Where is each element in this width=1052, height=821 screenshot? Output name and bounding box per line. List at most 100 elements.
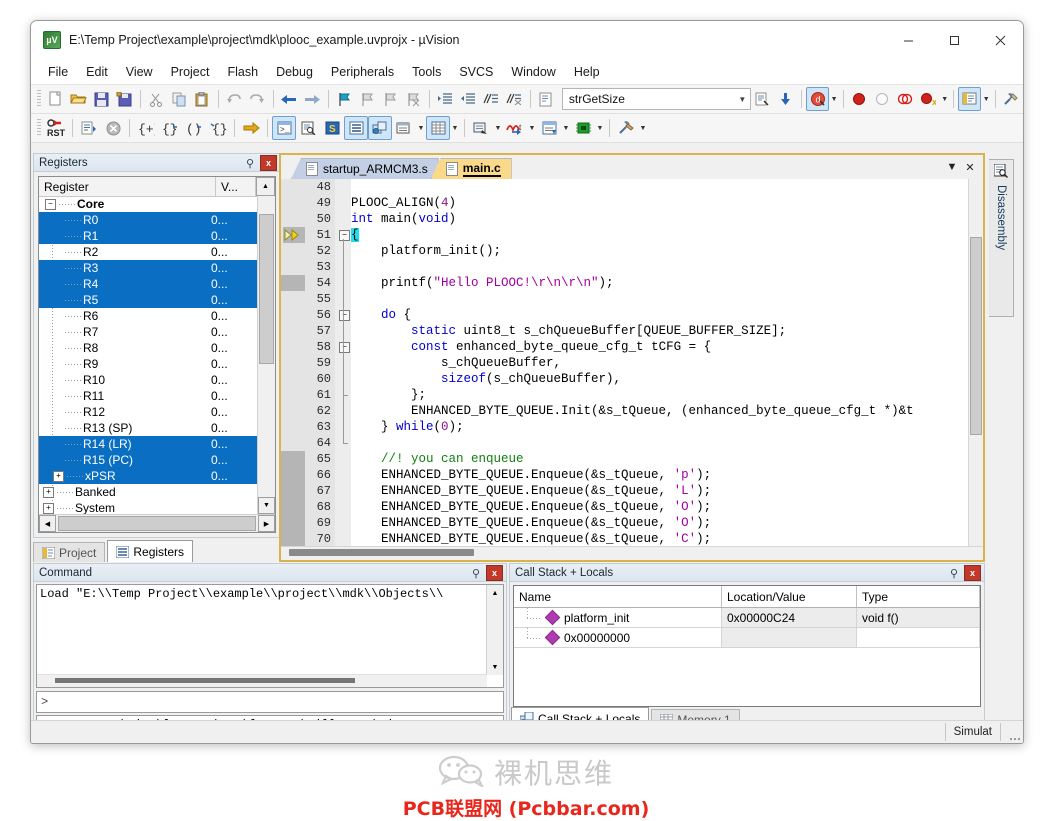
close-icon[interactable]: x (964, 565, 981, 581)
pin-icon[interactable]: ⚲ (468, 565, 484, 581)
dock-tab-registers[interactable]: Registers (107, 540, 194, 562)
configuration-wizard-icon[interactable] (1000, 87, 1023, 111)
dock-tab-disassembly[interactable]: Disassembly (989, 159, 1014, 317)
register-row-r7[interactable]: R7 0... (39, 324, 257, 340)
register-row-r13sp[interactable]: R13 (SP) 0... (39, 420, 257, 436)
serial-window-icon[interactable] (469, 116, 493, 140)
editor-tab-startup[interactable]: startup_ARMCM3.s (291, 158, 439, 179)
resize-grip-icon[interactable] (1001, 721, 1023, 743)
close-icon[interactable]: x (486, 565, 503, 581)
step-out-icon[interactable]: () (182, 116, 206, 140)
register-row-r8[interactable]: R8 0... (39, 340, 257, 356)
code-area[interactable]: 48 49 50 51 52 53 54 55 56 57 58 59 60 61 62 63 64 65 66 67… (281, 179, 983, 560)
register-row-r5[interactable]: R5 0... (39, 292, 257, 308)
close-icon[interactable]: x (260, 155, 277, 171)
breakpoint-margin[interactable] (281, 179, 306, 547)
registers-group-core[interactable]: − Core (39, 196, 257, 212)
chevron-down-icon[interactable]: ▼ (493, 117, 503, 139)
chevron-down-icon[interactable]: ▼ (981, 88, 991, 110)
register-row-r0[interactable]: R0 0... (39, 212, 257, 228)
menu-item-peripherals[interactable]: Peripherals (322, 62, 403, 82)
menu-item-edit[interactable]: Edit (77, 62, 117, 82)
scroll-up-arrow-icon[interactable]: ▲ (487, 585, 503, 601)
column-header-type[interactable]: Type (857, 586, 980, 607)
register-row-r3[interactable]: R3 0... (39, 260, 257, 276)
register-row-r9[interactable]: R9 0... (39, 356, 257, 372)
chevron-down-icon[interactable]: ▼ (829, 88, 839, 110)
analysis-window-icon[interactable]: t (503, 116, 527, 140)
registers-horizontal-scrollbar[interactable]: ◀ ▶ (39, 514, 275, 532)
find-next-icon[interactable] (774, 87, 797, 111)
indent-icon[interactable] (434, 87, 457, 111)
system-viewer-icon[interactable] (571, 116, 595, 140)
toolbar-grip[interactable] (37, 90, 41, 108)
chevron-down-icon[interactable]: ▼ (595, 117, 605, 139)
browse-symbols-icon[interactable] (751, 87, 774, 111)
code-text[interactable]: PLOOC_ALIGN(4) int main(void) { platform_i… (351, 179, 969, 547)
chevron-down-icon[interactable]: ▼ (940, 88, 950, 110)
scrollbar-thumb[interactable] (55, 678, 355, 683)
fold-collapse-icon[interactable]: − (339, 310, 350, 321)
code-folding-margin[interactable]: − − − (335, 179, 351, 547)
reset-icon[interactable]: RST (44, 116, 68, 140)
menu-item-debug[interactable]: Debug (267, 62, 322, 82)
run-icon[interactable] (77, 116, 101, 140)
scroll-down-arrow-icon[interactable]: ▼ (487, 659, 503, 675)
step-over-icon[interactable]: {} (158, 116, 182, 140)
run-to-cursor-icon[interactable]: {} (206, 116, 230, 140)
chevron-down-icon[interactable]: ▼ (450, 117, 460, 139)
undo-icon[interactable] (223, 87, 246, 111)
command-output-vertical-scrollbar[interactable]: ▲ ▼ (486, 585, 503, 675)
manage-windows-icon[interactable] (958, 87, 982, 111)
bookmark-next-icon[interactable] (379, 87, 402, 111)
uncomment-icon[interactable] (503, 87, 526, 111)
menu-item-file[interactable]: File (39, 62, 77, 82)
chevron-down-icon[interactable]: ▼ (527, 117, 537, 139)
save-all-icon[interactable] (113, 87, 136, 111)
show-next-statement-icon[interactable] (239, 116, 263, 140)
expand-icon[interactable]: + (43, 503, 54, 514)
save-icon[interactable] (90, 87, 113, 111)
close-icon[interactable]: ✕ (961, 158, 979, 176)
register-row-xpsr[interactable]: + xPSR 0... (39, 468, 257, 484)
editor-horizontal-scrollbar[interactable] (281, 546, 983, 560)
expand-icon[interactable]: + (43, 487, 54, 499)
dock-tab-project[interactable]: Project (33, 542, 106, 562)
command-window-icon[interactable]: >_ (272, 116, 296, 140)
column-header-value[interactable]: V... (216, 177, 256, 196)
bookmark-clear-icon[interactable] (402, 87, 425, 111)
close-icon[interactable] (977, 21, 1023, 59)
registers-window-icon[interactable] (344, 116, 368, 140)
navigate-forward-icon[interactable] (301, 87, 324, 111)
register-row-r6[interactable]: R6 0... (39, 308, 257, 324)
disassembly-window-icon[interactable] (296, 116, 320, 140)
call-stack-window-icon[interactable] (368, 116, 392, 140)
register-row-r15pc[interactable]: R15 (PC) 0... (39, 452, 257, 468)
expand-icon[interactable]: + (53, 471, 64, 483)
column-header-name[interactable]: Name (514, 586, 722, 607)
copy-icon[interactable] (168, 87, 191, 111)
bookmark-prev-icon[interactable] (356, 87, 379, 111)
minimize-icon[interactable] (885, 21, 931, 59)
menu-item-window[interactable]: Window (502, 62, 564, 82)
toolbar-grip[interactable] (37, 119, 41, 137)
bookmark-toggle-icon[interactable] (333, 87, 356, 111)
chevron-down-icon[interactable]: ▼ (943, 158, 961, 176)
register-row-r10[interactable]: R10 0... (39, 372, 257, 388)
menu-item-project[interactable]: Project (162, 62, 219, 82)
editor-vertical-scrollbar[interactable] (968, 179, 983, 547)
comment-icon[interactable] (480, 87, 503, 111)
column-header-location[interactable]: Location/Value (722, 586, 857, 607)
paste-icon[interactable] (191, 87, 214, 111)
register-row-r11[interactable]: R11 0... (39, 388, 257, 404)
scroll-up-arrow-icon[interactable]: ▲ (256, 177, 275, 196)
column-header-register[interactable]: Register (39, 177, 216, 196)
command-output[interactable]: Load "E:\\Temp Project\\example\\project… (36, 584, 504, 688)
call-stack-grid[interactable]: Name Location/Value Type platform_init 0… (513, 585, 981, 707)
debug-session-icon[interactable]: d (806, 87, 830, 111)
menu-item-flash[interactable]: Flash (218, 62, 267, 82)
trace-icon[interactable] (537, 116, 561, 140)
pin-icon[interactable]: ⚲ (242, 155, 258, 171)
table-row[interactable]: platform_init 0x00000C24 void f() (514, 607, 980, 628)
register-row-r2[interactable]: R2 0... (39, 244, 257, 260)
